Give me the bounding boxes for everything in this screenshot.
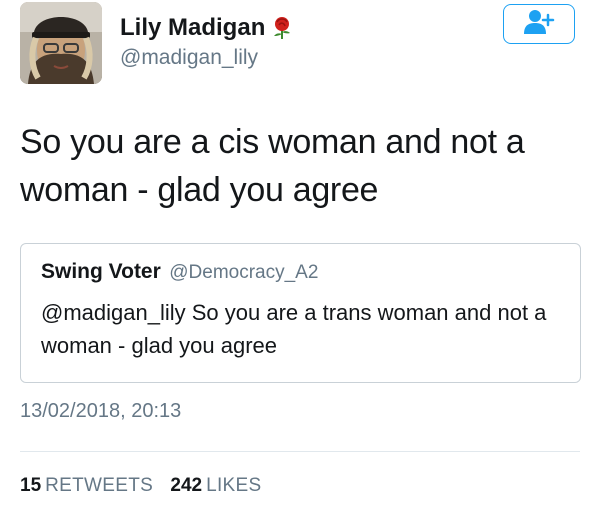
tweet-stats: 15 RETWEETS 242 LIKES [20, 475, 261, 497]
author-name-text: Lily Madigan [120, 14, 266, 41]
likes-stat[interactable]: 242 LIKES [170, 475, 261, 496]
author-handle[interactable]: @madigan_lily [120, 46, 258, 70]
quoted-tweet-header: Swing Voter @Democracy_A2 [41, 260, 318, 284]
likes-label: LIKES [206, 475, 262, 496]
likes-count: 242 [170, 475, 203, 496]
add-user-icon [523, 9, 555, 40]
author-name[interactable]: Lily Madigan [120, 14, 293, 42]
retweets-label: RETWEETS [45, 475, 154, 496]
tweet-timestamp[interactable]: 13/02/2018, 20:13 [20, 400, 181, 423]
quoted-tweet-card[interactable]: Swing Voter @Democracy_A2 @madigan_lily … [20, 243, 581, 383]
avatar[interactable] [20, 2, 102, 84]
quoted-author-handle: @Democracy_A2 [169, 262, 319, 283]
tweet-text: So you are a cis woman and not a woman -… [20, 123, 525, 209]
retweets-count: 15 [20, 475, 42, 496]
avatar-image [20, 2, 102, 84]
rose-icon [271, 16, 293, 40]
divider [20, 451, 580, 452]
retweets-stat[interactable]: 15 RETWEETS [20, 475, 158, 496]
follow-button[interactable] [503, 4, 575, 44]
quoted-tweet-text: @madigan_lily So you are a trans woman a… [41, 300, 547, 358]
quoted-author-name: Swing Voter [41, 260, 161, 283]
